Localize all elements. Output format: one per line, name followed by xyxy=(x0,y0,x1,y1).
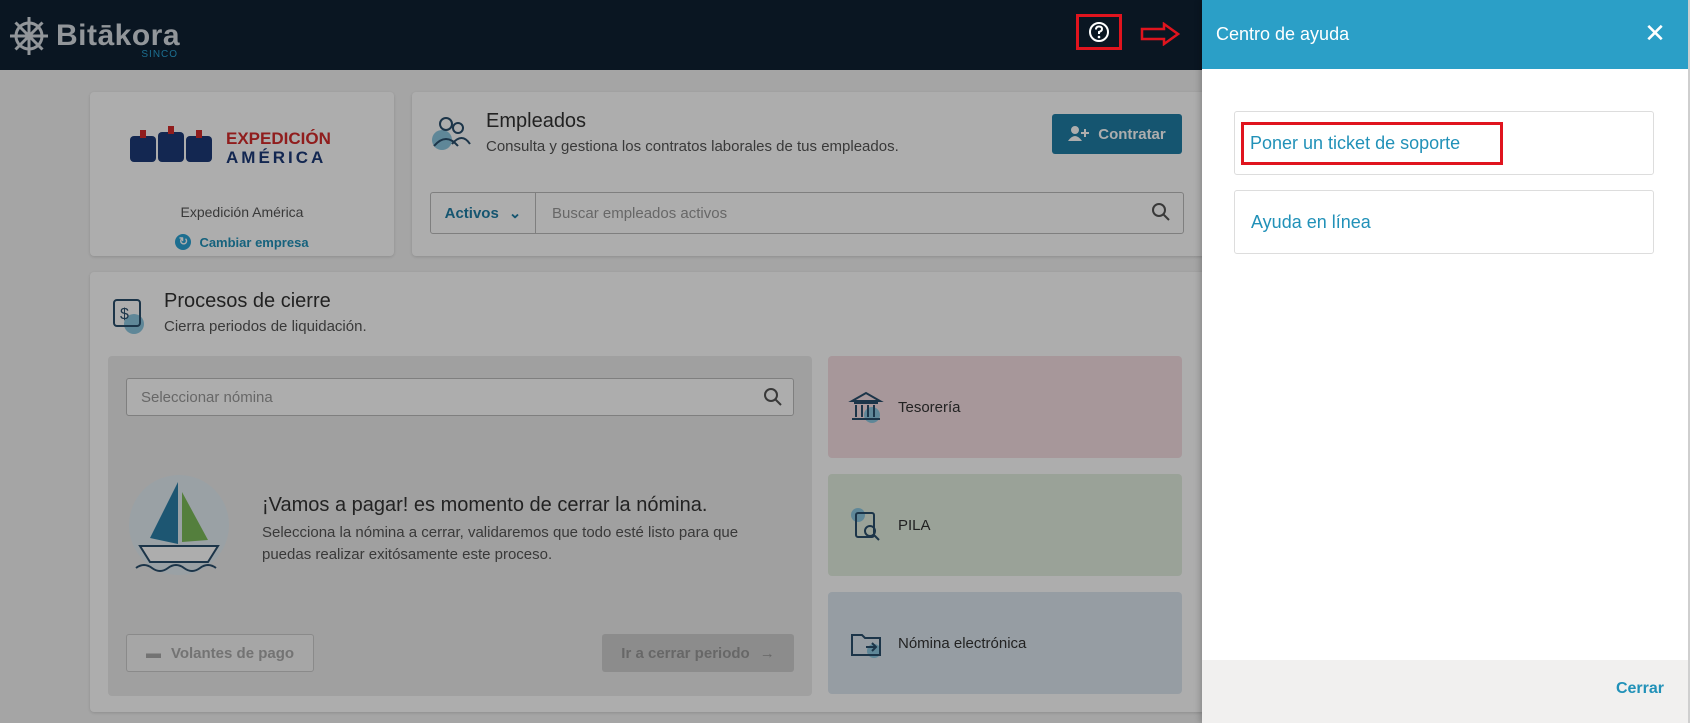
annotation-arrow-icon xyxy=(1140,22,1180,46)
help-center-drawer: Centro de ayuda ✕ Poner un ticket de sop… xyxy=(1202,0,1688,723)
support-ticket-label: Poner un ticket de soporte xyxy=(1241,121,1504,165)
help-button[interactable] xyxy=(1076,14,1122,50)
drawer-footer: Cerrar xyxy=(1202,660,1688,723)
support-ticket-item[interactable]: Poner un ticket de soporte xyxy=(1234,111,1654,175)
online-help-label: Ayuda en línea xyxy=(1251,211,1371,232)
close-icon[interactable]: ✕ xyxy=(1642,20,1668,46)
drawer-title: Centro de ayuda xyxy=(1216,24,1350,44)
drawer-header: Centro de ayuda ✕ xyxy=(1202,0,1688,69)
close-button[interactable]: Cerrar xyxy=(1616,680,1664,698)
modal-backdrop[interactable] xyxy=(0,0,1202,723)
question-icon xyxy=(1089,22,1109,42)
online-help-item[interactable]: Ayuda en línea xyxy=(1234,190,1654,254)
